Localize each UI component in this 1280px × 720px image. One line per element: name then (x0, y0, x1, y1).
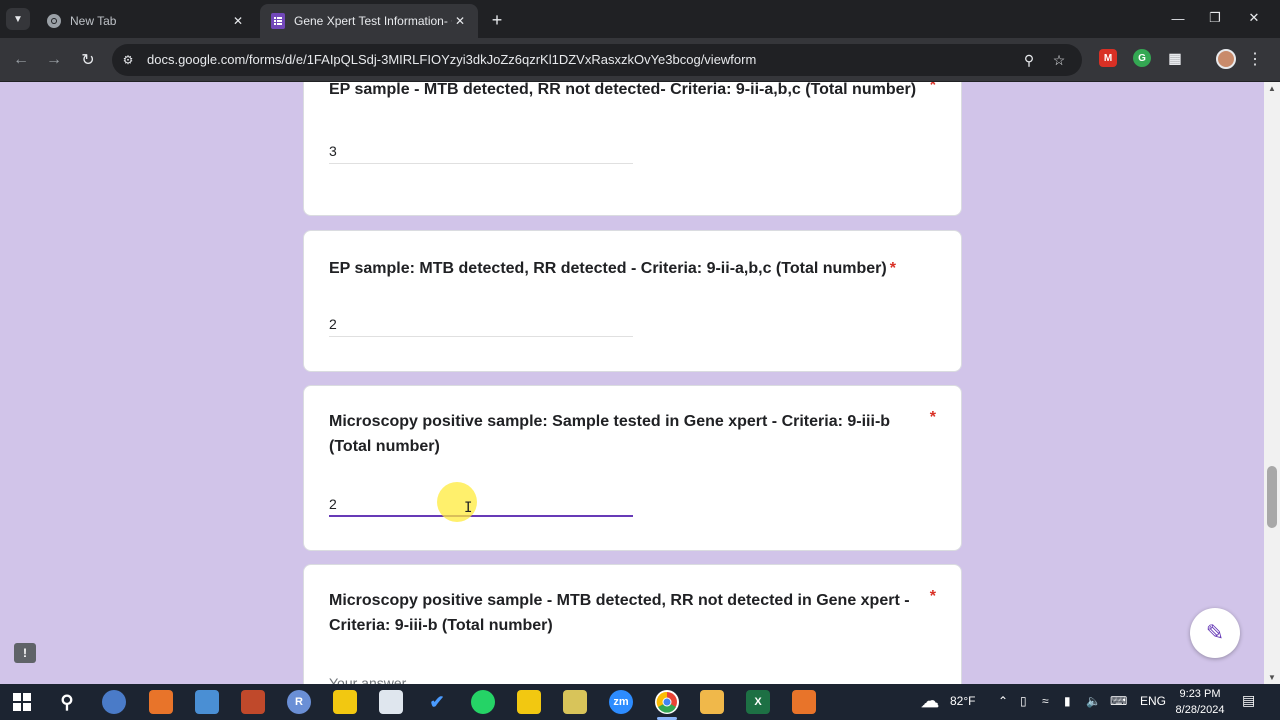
avatar[interactable] (1216, 49, 1236, 69)
required-mark: * (929, 588, 936, 605)
whatsapp-icon[interactable] (471, 690, 495, 714)
app-icon[interactable] (102, 690, 126, 714)
language-indicator[interactable]: ENG (1140, 694, 1166, 708)
answer-input[interactable]: Your answer (329, 670, 633, 684)
restore-icon[interactable]: ❐ (1205, 8, 1225, 28)
search-icon[interactable]: ⚲ (55, 690, 79, 714)
star-icon[interactable]: ☆ (1050, 51, 1068, 69)
question-card: EP sample: MTB detected, RR detected - C… (303, 230, 962, 372)
extension-red-icon[interactable]: M (1099, 49, 1117, 67)
tune-icon[interactable]: ⚙ (120, 52, 136, 68)
clock-time: 9:23 PM (1179, 688, 1221, 700)
answer-placeholder: Your answer (329, 675, 407, 684)
question-card: Microscopy positive sample - MTB detecte… (303, 564, 962, 684)
weather-temperature[interactable]: 82°F (950, 694, 975, 708)
question-title: Microscopy positive sample - MTB detecte… (329, 592, 910, 634)
tab-title: New Tab (70, 14, 117, 28)
answer-value: 2 (329, 316, 337, 332)
text-cursor-icon: I (464, 500, 473, 516)
power-bi-icon[interactable] (517, 690, 541, 714)
edit-button[interactable]: ✎ (1190, 608, 1240, 658)
arrow-right-icon[interactable]: → (43, 49, 65, 71)
required-mark: * (929, 82, 936, 94)
scroll-down-icon[interactable]: ▼ (1268, 673, 1276, 682)
answer-value: 2 (329, 496, 337, 512)
required-mark: * (889, 260, 896, 277)
question-card: Microscopy positive sample: Sample teste… (303, 385, 962, 551)
tab-search-button[interactable]: ▼ (6, 8, 30, 30)
close-icon[interactable]: ✕ (452, 13, 468, 29)
window-close-icon[interactable]: ✕ (1244, 8, 1264, 28)
puzzle-icon[interactable]: ▦ (1166, 49, 1184, 67)
tab-strip: ▼ New Tab ✕ Gene Xpert Test Information-… (0, 0, 1280, 38)
question-title: Microscopy positive sample: Sample teste… (329, 413, 891, 455)
browser-toolbar: ← → ↻ ⚙ docs.google.com/forms/d/e/1FAIpQ… (0, 38, 1280, 82)
close-icon[interactable]: ✕ (230, 13, 246, 29)
sticky-notes-icon[interactable] (333, 690, 357, 714)
windows-start-icon[interactable] (10, 690, 34, 714)
scroll-up-icon[interactable]: ▲ (1268, 84, 1276, 93)
notification-icon[interactable]: ▤ (1242, 692, 1255, 709)
minimize-icon[interactable]: — (1168, 8, 1188, 28)
feedback-icon: ! (23, 646, 27, 660)
tab-gene-xpert-form[interactable]: Gene Xpert Test Information- C ✕ (260, 4, 478, 38)
weather-icon[interactable]: ☁ (918, 689, 942, 713)
app-icon[interactable] (149, 690, 173, 714)
arrow-left-icon[interactable]: ← (10, 49, 32, 71)
page-scrollbar[interactable]: ▲ ▼ (1264, 82, 1280, 684)
question-card: EP sample - MTB detected, RR not detecte… (303, 82, 962, 216)
file-explorer-icon[interactable] (700, 690, 724, 714)
clock-date: 8/28/2024 (1175, 704, 1225, 716)
required-mark: * (929, 409, 936, 426)
app-icon[interactable] (563, 690, 587, 714)
excel-icon[interactable]: X (746, 690, 770, 714)
answer-input[interactable]: 2 (329, 491, 633, 517)
google-forms-icon (270, 13, 286, 29)
app-icon[interactable]: R (287, 690, 311, 714)
pencil-icon: ✎ (1205, 620, 1225, 645)
app-icon[interactable] (379, 690, 403, 714)
system-clock[interactable]: 9:23 PM 8/28/2024 (1170, 686, 1230, 718)
chevron-up-icon[interactable]: ⌃ (998, 694, 1008, 708)
zoom-app-icon[interactable]: zm (609, 690, 633, 714)
chevron-down-icon: ▼ (13, 13, 23, 25)
reload-icon[interactable]: ↻ (77, 49, 99, 71)
battery-icon[interactable]: ▮ (1064, 694, 1071, 708)
calculator-icon[interactable] (195, 690, 219, 714)
answer-input[interactable]: 2 (329, 311, 633, 337)
volume-icon[interactable]: 🔈 (1086, 694, 1101, 708)
wifi-icon[interactable]: ≈ (1042, 694, 1049, 708)
form-page: EP sample - MTB detected, RR not detecte… (0, 82, 1280, 684)
chrome-icon[interactable] (655, 690, 679, 714)
tab-new-tab[interactable]: New Tab ✕ (36, 4, 256, 38)
answer-input[interactable]: 3 (329, 138, 633, 164)
question-title: EP sample - MTB detected, RR not detecte… (329, 82, 917, 98)
windows-taskbar: ⚲ R ✔ zm X ☁ 82°F ⌃ ▯ ≈ ▮ 🔈 ⌨ ENG 9:23 P… (0, 684, 1280, 720)
phone-link-icon[interactable]: ▯ (1020, 694, 1027, 708)
plus-icon[interactable]: + (486, 9, 508, 31)
chrome-icon (46, 13, 62, 29)
app-icon[interactable] (792, 690, 816, 714)
url-text[interactable]: docs.google.com/forms/d/e/1FAIpQLSdj-3MI… (147, 52, 756, 67)
answer-value: 3 (329, 143, 337, 159)
app-icon[interactable] (241, 690, 265, 714)
tab-title: Gene Xpert Test Information- C (294, 14, 452, 28)
question-title: EP sample: MTB detected, RR detected - C… (329, 260, 896, 277)
extension-green-icon[interactable]: G (1133, 49, 1151, 67)
report-problem-button[interactable]: ! (14, 643, 36, 663)
keyboard-icon[interactable]: ⌨ (1110, 694, 1127, 708)
address-bar[interactable]: ⚙ docs.google.com/forms/d/e/1FAIpQLSdj-3… (112, 44, 1082, 76)
vertical-dots-icon[interactable]: ⋮ (1247, 48, 1263, 70)
zoom-icon[interactable]: ⚲ (1020, 51, 1038, 69)
checkmark-app-icon[interactable]: ✔ (425, 690, 449, 714)
scrollbar-thumb[interactable] (1267, 466, 1277, 528)
